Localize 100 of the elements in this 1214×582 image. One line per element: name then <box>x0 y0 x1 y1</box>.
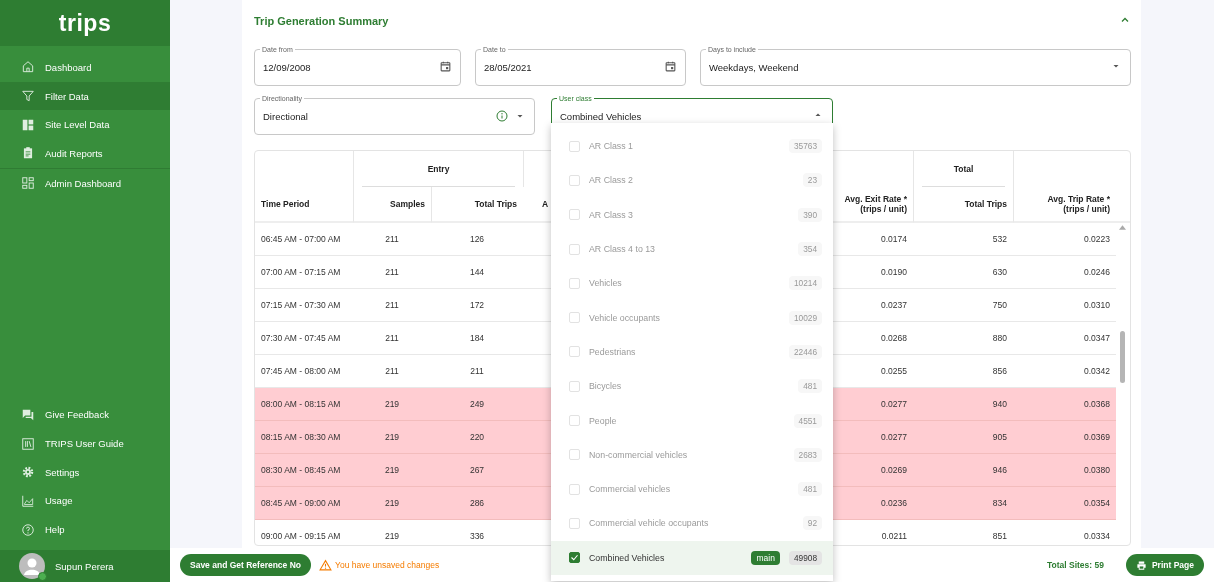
count-badge: 481 <box>798 482 822 497</box>
option-label: AR Class 2 <box>589 175 634 186</box>
group-header: Entry <box>426 162 451 176</box>
count-badge: 49908 <box>788 550 822 565</box>
table-cell: 0.0380 <box>1084 465 1110 475</box>
table-cell: 211 <box>385 366 399 376</box>
sidebar-item[interactable]: Site Level Data <box>0 110 170 140</box>
count-badge: 390 <box>798 207 822 222</box>
info-icon[interactable] <box>496 110 508 122</box>
avatar[interactable] <box>19 553 45 579</box>
table-cell: 286 <box>469 498 485 508</box>
table-cell: 172 <box>469 300 485 310</box>
logo: trips <box>0 0 170 46</box>
table-cell: 211 <box>385 300 399 310</box>
option-label: Vehicles <box>589 278 623 289</box>
tag: main <box>751 550 780 565</box>
settings-icon <box>21 465 35 480</box>
sidebar-item[interactable]: Audit Reports <box>0 139 170 168</box>
column-header: Samples <box>353 187 431 223</box>
table-cell: 249 <box>469 399 485 409</box>
table-cell: 08:15 AM - 08:30 AM <box>261 432 341 442</box>
table-cell: 267 <box>469 465 485 475</box>
layout-icon <box>21 117 35 132</box>
option-label: Bicycles <box>589 381 623 392</box>
user-name: Supun Perera <box>55 560 114 572</box>
table-cell: 0.0368 <box>1084 399 1110 409</box>
table-cell: 0.0255 <box>881 366 907 376</box>
warning-icon <box>319 558 332 572</box>
table-cell: 0.0277 <box>881 399 907 409</box>
save-button[interactable]: Save and Get Reference No <box>180 554 311 576</box>
table-cell: 336 <box>469 531 485 541</box>
table-cell: 0.0369 <box>1084 432 1110 442</box>
table-cell: 0.0236 <box>881 498 907 508</box>
count-badge: 23 <box>802 173 822 188</box>
table-cell: 184 <box>469 333 485 343</box>
table-cell: 07:00 AM - 07:15 AM <box>261 267 341 277</box>
table-cell: 211 <box>385 234 399 244</box>
help-icon <box>21 522 35 537</box>
clipboard-icon <box>21 146 35 161</box>
section-title: Trip Generation Summary <box>254 15 389 27</box>
table-cell: 0.0347 <box>1084 333 1110 343</box>
count-badge: 10214 <box>788 276 822 291</box>
table-cell: 219 <box>384 399 400 409</box>
table-cell: 0.0342 <box>1084 366 1110 376</box>
table-cell: 0.0269 <box>881 465 907 475</box>
table-cell: 0.0174 <box>881 234 907 244</box>
table-cell: 211 <box>470 366 484 376</box>
table-cell: 0.0223 <box>1084 234 1110 244</box>
table-cell: 220 <box>469 432 485 442</box>
filter-icon <box>21 89 35 104</box>
sidebar-item[interactable]: Give Feedback <box>0 400 170 430</box>
sidebar-item[interactable]: Settings <box>0 457 170 487</box>
dropdown-option[interactable]: Combined Vehicles main 49908 <box>551 540 833 575</box>
column-header: Total Trips <box>913 187 1013 223</box>
option-label: Commercial vehicles <box>589 484 672 495</box>
calendar-icon <box>439 59 452 73</box>
option-label: People <box>589 415 618 426</box>
sidebar-item[interactable]: Dashboard <box>0 53 170 82</box>
table-cell: 219 <box>384 432 400 442</box>
sidebar-item[interactable]: Usage <box>0 486 170 516</box>
sidebar-item[interactable]: Admin Dashboard <box>0 168 170 198</box>
checkbox[interactable] <box>569 552 580 564</box>
count-badge: 354 <box>798 242 822 257</box>
option-label: AR Class 1 <box>589 141 634 152</box>
table-cell: 0.0246 <box>1084 267 1110 277</box>
option-label: Non-commercial vehicles <box>589 449 689 460</box>
table-cell: 834 <box>992 498 1007 508</box>
table-cell: 0.0268 <box>881 333 907 343</box>
sidebar-item[interactable]: Filter Data <box>0 81 170 111</box>
option-label: AR Class 3 <box>589 209 634 220</box>
table-cell: 856 <box>992 366 1007 376</box>
table-cell: 905 <box>992 432 1007 442</box>
table-cell: 09:00 AM - 09:15 AM <box>261 531 341 541</box>
scroll-up-icon[interactable] <box>1119 225 1126 230</box>
table-cell: 08:30 AM - 08:45 AM <box>261 465 341 475</box>
table-cell: 880 <box>992 333 1007 343</box>
home-icon <box>21 60 35 75</box>
table-cell: 219 <box>384 531 400 541</box>
sidebar-item[interactable]: TRIPS User Guide <box>0 429 170 458</box>
table-cell: 0.0190 <box>881 267 907 277</box>
table-cell: 532 <box>992 234 1007 244</box>
table-cell: 08:00 AM - 08:15 AM <box>261 399 341 409</box>
table-cell: 126 <box>469 234 485 244</box>
table-cell: 0.0354 <box>1084 498 1110 508</box>
table-cell: 750 <box>992 300 1007 310</box>
sidebar-item[interactable]: Help <box>0 515 170 544</box>
book-icon <box>21 436 35 451</box>
printer-icon <box>1135 559 1147 571</box>
print-button[interactable]: Print Page <box>1125 554 1204 576</box>
table-cell: 219 <box>384 498 400 508</box>
count-badge: 481 <box>798 379 822 394</box>
option-label: Vehicle occupants <box>589 312 661 323</box>
table-cell: 946 <box>992 465 1007 475</box>
count-badge: 10029 <box>788 310 822 325</box>
table-cell: 940 <box>992 399 1007 409</box>
table-cell: 630 <box>992 267 1007 277</box>
option-label: Commercial vehicle occupants <box>589 518 710 529</box>
option-label: AR Class 4 to 13 <box>589 244 656 255</box>
table-cell: 0.0237 <box>881 300 907 310</box>
column-header: Time Period <box>255 187 353 223</box>
